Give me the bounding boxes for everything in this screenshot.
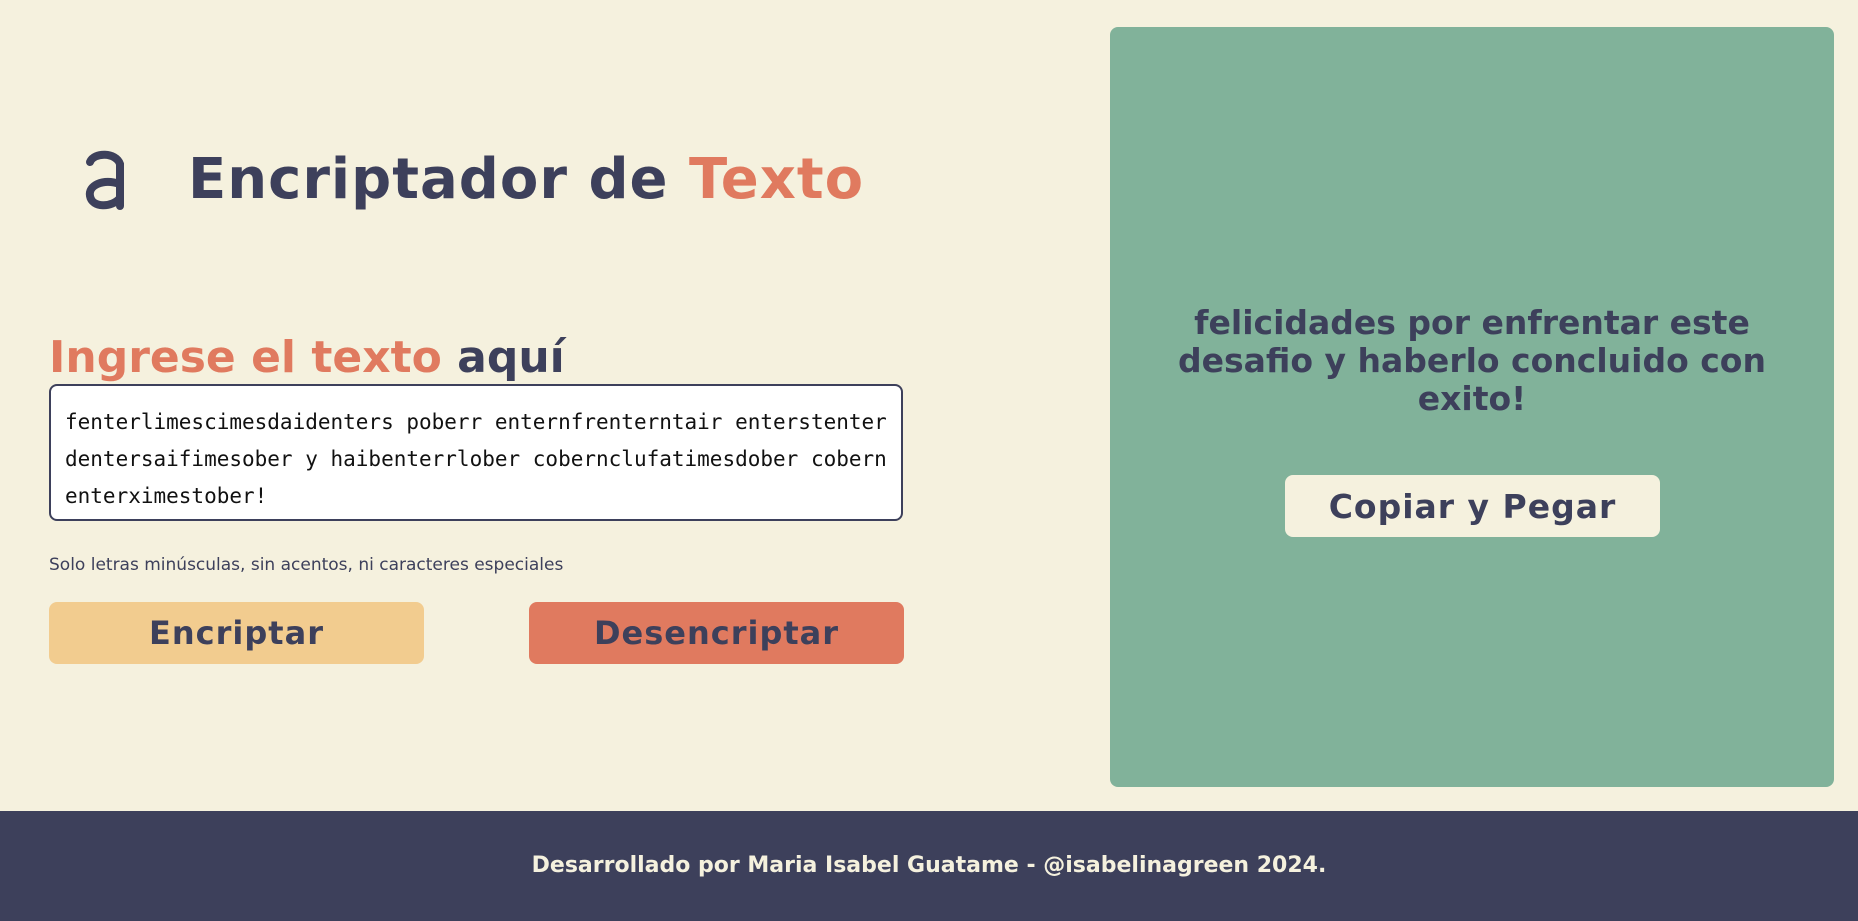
input-heading-part1: Ingrese el texto: [49, 332, 458, 383]
page-title: Encriptador de Texto: [188, 145, 864, 215]
footer: Desarrollado por Maria Isabel Guatame - …: [0, 811, 1858, 921]
input-section: Encriptador de Texto Ingrese el texto aq…: [0, 0, 1100, 811]
input-heading: Ingrese el texto aquí: [49, 330, 565, 386]
input-heading-part2: aquí: [457, 332, 565, 383]
output-message: felicidades por enfrentar este desafio y…: [1178, 303, 1766, 418]
encrypt-button[interactable]: Encriptar: [49, 602, 424, 664]
text-input[interactable]: fenterlimescimesdaidenters poberr entern…: [49, 384, 903, 521]
footer-text: Desarrollado por Maria Isabel Guatame - …: [531, 853, 1327, 878]
output-panel: felicidades por enfrentar este desafio y…: [1110, 27, 1834, 787]
title-accent: Texto: [689, 147, 865, 212]
decrypt-button[interactable]: Desencriptar: [529, 602, 904, 664]
alura-a-logo-icon: [85, 150, 124, 210]
input-hint: Solo letras minúsculas, sin acentos, ni …: [49, 555, 564, 575]
title-main: Encriptador de: [188, 147, 690, 212]
copy-button[interactable]: Copiar y Pegar: [1285, 475, 1660, 537]
